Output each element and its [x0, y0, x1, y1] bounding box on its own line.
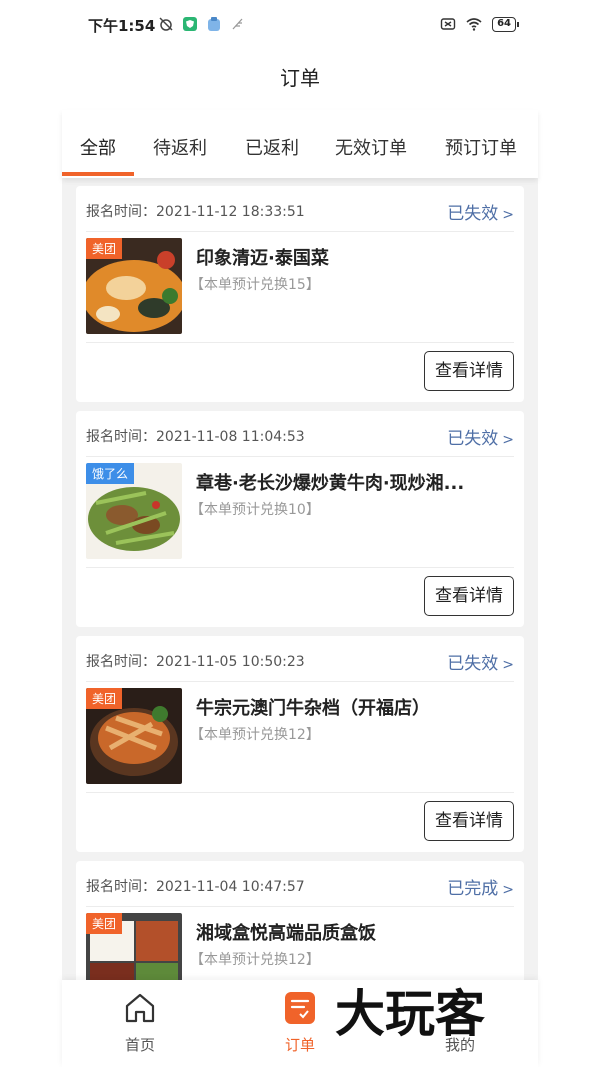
- bottom-nav-home[interactable]: 首页: [100, 990, 180, 1055]
- platform-badge-meituan: 美团: [86, 688, 123, 709]
- battery-indicator: 64: [492, 16, 519, 32]
- tab-reserved-orders[interactable]: 预订订单: [445, 134, 517, 160]
- order-card-header: 报名时间：2021-11-04 10:47:57 已完成 >: [86, 861, 514, 907]
- shop-name: 章巷·老长沙爆炒黄牛肉·现炒湘...: [196, 473, 465, 494]
- bottom-nav-label: 首页: [124, 1036, 155, 1054]
- view-details-button[interactable]: 查看详情: [424, 801, 514, 841]
- chevron-right-icon: >: [502, 882, 514, 898]
- shop-name: 湘域盒悦高端品质盒饭: [196, 923, 376, 944]
- order-status: 已失效: [447, 654, 499, 674]
- shop-thumbnail[interactable]: 美团: [86, 238, 182, 334]
- bottom-nav-label: 订单: [284, 1036, 315, 1054]
- order-status-link[interactable]: 已失效 >: [447, 649, 514, 674]
- status-icons-right: 64: [440, 16, 519, 32]
- order-status: 已失效: [447, 204, 499, 224]
- chevron-right-icon: >: [502, 657, 514, 673]
- tab-all[interactable]: 全部: [80, 134, 116, 160]
- exchange-note: 【本单预计兑换12】: [190, 952, 320, 968]
- registration-time: 报名时间：2021-11-12 18:33:51: [86, 204, 305, 220]
- card-divider: [86, 342, 514, 343]
- chevron-right-icon: >: [502, 432, 514, 448]
- order-card: 报名时间：2021-11-12 18:33:51 已失效 > 美团 印象清迈·泰国…: [76, 186, 524, 402]
- shop-name: 牛宗元澳门牛杂档（开福店）: [196, 698, 430, 719]
- view-details-button[interactable]: 查看详情: [424, 351, 514, 391]
- chevron-right-icon: >: [502, 207, 514, 223]
- view-details-button[interactable]: 查看详情: [424, 576, 514, 616]
- shield-app-icon: [183, 17, 197, 31]
- svg-text:大玩客: 大玩客: [335, 985, 485, 1043]
- status-bar: 下午1:54 64: [62, 0, 538, 50]
- order-status-link[interactable]: 已失效 >: [447, 424, 514, 449]
- order-tabs: 全部 待返利 已返利 无效订单 预订订单: [62, 110, 538, 178]
- wifi-icon: [466, 18, 482, 31]
- exchange-note: 【本单预计兑换10】: [190, 502, 320, 518]
- phone-screen: 下午1:54 64 订单 全部 待返利 已返利 无效订单 预订订单 报名时间：2…: [62, 0, 538, 1067]
- home-icon: [125, 993, 155, 1023]
- status-time: 下午1:54: [88, 17, 156, 35]
- order-card: 报名时间：2021-11-08 11:04:53 已失效 > 饿了么 章巷·老长沙…: [76, 411, 524, 627]
- order-card: 报名时间：2021-11-05 10:50:23 已失效 > 美团 牛宗元澳门牛杂…: [76, 636, 524, 852]
- nav-header: 订单: [62, 50, 538, 110]
- active-tab-indicator: [62, 172, 134, 176]
- exchange-note: 【本单预计兑换15】: [190, 277, 320, 293]
- exchange-note: 【本单预计兑换12】: [190, 727, 320, 743]
- tab-rebated[interactable]: 已返利: [245, 134, 299, 160]
- bottom-nav-orders[interactable]: 订单: [260, 990, 340, 1055]
- order-status-link[interactable]: 已失效 >: [447, 199, 514, 224]
- shop-thumbnail[interactable]: 饿了么: [86, 463, 182, 559]
- cleaner-app-icon: [208, 17, 220, 31]
- status-icons-left: [158, 16, 246, 32]
- platform-badge-eleme: 饿了么: [86, 463, 135, 484]
- order-card-header: 报名时间：2021-11-12 18:33:51 已失效 >: [86, 186, 514, 232]
- order-icon: [285, 992, 315, 1024]
- sim-off-icon: [440, 18, 456, 30]
- tab-pending-rebate[interactable]: 待返利: [153, 134, 207, 160]
- registration-time: 报名时间：2021-11-04 10:47:57: [86, 879, 305, 895]
- registration-time: 报名时间：2021-11-05 10:50:23: [86, 654, 305, 670]
- feather-icon: [232, 18, 243, 30]
- tab-invalid-orders[interactable]: 无效订单: [335, 134, 407, 160]
- platform-badge-meituan: 美团: [86, 913, 123, 934]
- order-card-header: 报名时间：2021-11-08 11:04:53 已失效 >: [86, 411, 514, 457]
- order-status: 已失效: [447, 429, 499, 449]
- order-card-header: 报名时间：2021-11-05 10:50:23 已失效 >: [86, 636, 514, 682]
- order-status: 已完成: [447, 879, 499, 899]
- platform-badge-meituan: 美团: [86, 238, 123, 259]
- registration-time: 报名时间：2021-11-08 11:04:53: [86, 429, 305, 445]
- card-divider: [86, 567, 514, 568]
- card-divider: [86, 792, 514, 793]
- alarm-off-icon: [159, 17, 173, 31]
- shop-thumbnail[interactable]: 美团: [86, 688, 182, 784]
- page-title: 订单: [280, 66, 320, 90]
- order-status-link[interactable]: 已完成 >: [447, 874, 514, 899]
- shop-name: 印象清迈·泰国菜: [196, 248, 329, 269]
- site-watermark-logo: 大玩客: [335, 985, 485, 1043]
